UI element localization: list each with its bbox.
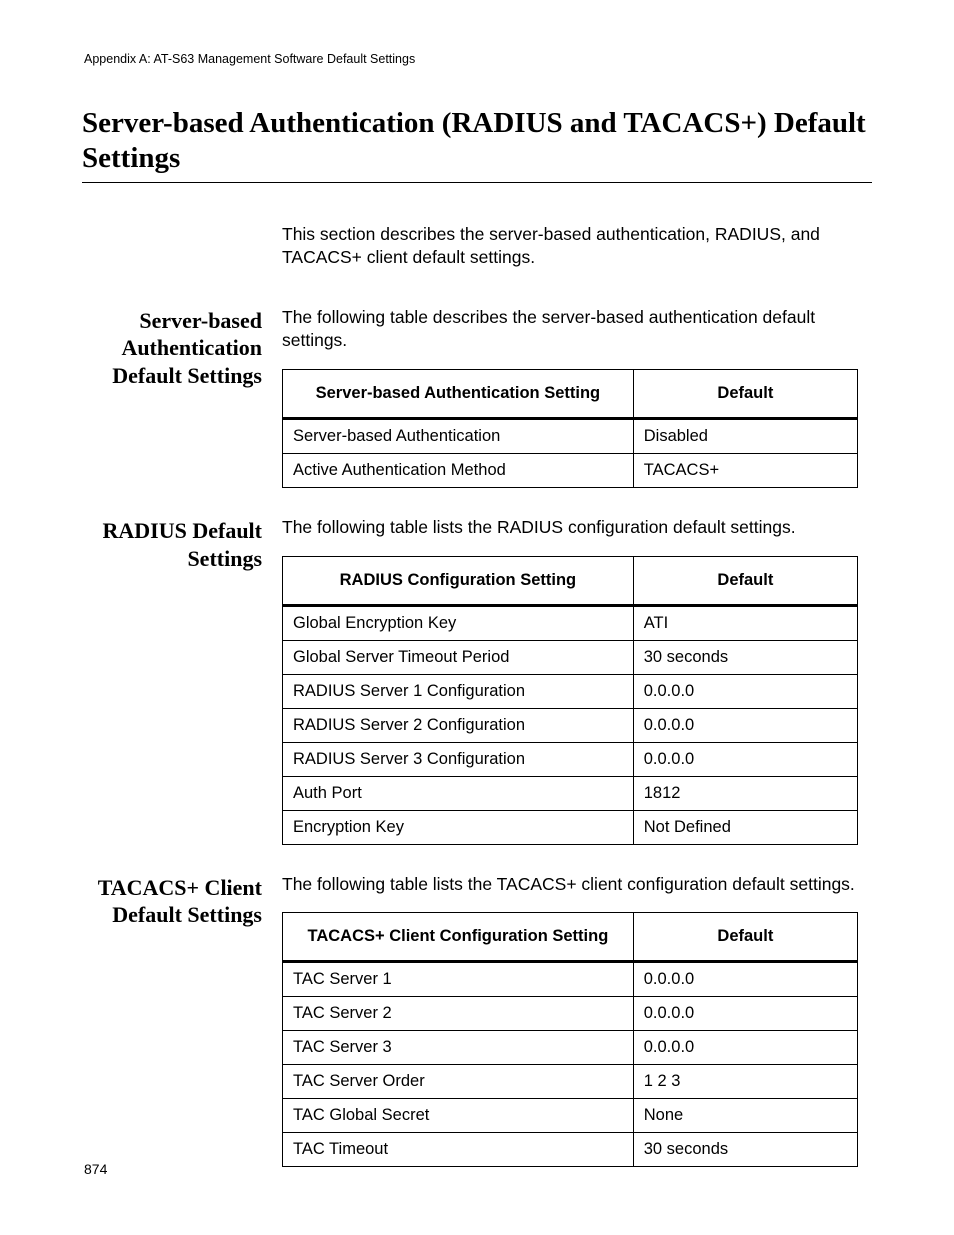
section-auth-defaults: Server-based Authentication Default Sett… xyxy=(82,306,872,488)
section-tacacs-defaults: TACACS+ Client Default Settings The foll… xyxy=(82,873,872,1168)
table-row: Server-based Authentication Disabled xyxy=(283,419,858,454)
table-row: TAC Server Order1 2 3 xyxy=(283,1065,858,1099)
cell-default: Not Defined xyxy=(633,810,857,844)
table-row: RADIUS Server 3 Configuration0.0.0.0 xyxy=(283,742,858,776)
cell-default: None xyxy=(633,1099,857,1133)
cell-setting: TAC Server 1 xyxy=(283,962,634,997)
col-header-setting: RADIUS Configuration Setting xyxy=(283,556,634,605)
col-header-setting: Server-based Authentication Setting xyxy=(283,370,634,419)
intro-paragraph: This section describes the server-based … xyxy=(282,223,858,270)
page-number: 874 xyxy=(84,1161,107,1177)
cell-setting: Global Encryption Key xyxy=(283,605,634,640)
cell-default: 0.0.0.0 xyxy=(633,742,857,776)
cell-setting: TAC Server 2 xyxy=(283,997,634,1031)
section-radius-defaults: RADIUS Default Settings The following ta… xyxy=(82,516,872,845)
col-header-default: Default xyxy=(633,556,857,605)
cell-default: 0.0.0.0 xyxy=(633,674,857,708)
cell-setting: TAC Server 3 xyxy=(283,1031,634,1065)
cell-default: TACACS+ xyxy=(633,454,857,488)
table-tacacs-defaults: TACACS+ Client Configuration Setting Def… xyxy=(282,912,858,1167)
table-row: Auth Port1812 xyxy=(283,776,858,810)
cell-default: 0.0.0.0 xyxy=(633,962,857,997)
table-row: Global Encryption KeyATI xyxy=(283,605,858,640)
cell-default: 0.0.0.0 xyxy=(633,1031,857,1065)
table-row: TAC Server 30.0.0.0 xyxy=(283,1031,858,1065)
side-heading: TACACS+ Client Default Settings xyxy=(82,873,282,929)
table-row: TAC Timeout30 seconds xyxy=(283,1133,858,1167)
col-header-setting: TACACS+ Client Configuration Setting xyxy=(283,913,634,962)
cell-default: 30 seconds xyxy=(633,640,857,674)
page-title: Server-based Authentication (RADIUS and … xyxy=(82,106,872,183)
cell-setting: RADIUS Server 1 Configuration xyxy=(283,674,634,708)
cell-setting: Auth Port xyxy=(283,776,634,810)
table-row: Active Authentication Method TACACS+ xyxy=(283,454,858,488)
table-row: TAC Server 20.0.0.0 xyxy=(283,997,858,1031)
section-intro: The following table lists the TACACS+ cl… xyxy=(282,873,858,897)
cell-default: 0.0.0.0 xyxy=(633,708,857,742)
cell-setting: Active Authentication Method xyxy=(283,454,634,488)
cell-default: 0.0.0.0 xyxy=(633,997,857,1031)
table-row: TAC Server 10.0.0.0 xyxy=(283,962,858,997)
cell-default: 30 seconds xyxy=(633,1133,857,1167)
cell-setting: Server-based Authentication xyxy=(283,419,634,454)
side-heading: Server-based Authentication Default Sett… xyxy=(82,306,282,390)
cell-setting: TAC Server Order xyxy=(283,1065,634,1099)
table-radius-defaults: RADIUS Configuration Setting Default Glo… xyxy=(282,556,858,845)
table-row: RADIUS Server 2 Configuration0.0.0.0 xyxy=(283,708,858,742)
table-row: TAC Global SecretNone xyxy=(283,1099,858,1133)
running-head: Appendix A: AT-S63 Management Software D… xyxy=(82,52,872,66)
table-row: RADIUS Server 1 Configuration0.0.0.0 xyxy=(283,674,858,708)
table-auth-defaults: Server-based Authentication Setting Defa… xyxy=(282,369,858,488)
cell-setting: Encryption Key xyxy=(283,810,634,844)
col-header-default: Default xyxy=(633,913,857,962)
section-intro: The following table describes the server… xyxy=(282,306,858,353)
cell-default: Disabled xyxy=(633,419,857,454)
cell-setting: TAC Global Secret xyxy=(283,1099,634,1133)
table-row: Global Server Timeout Period30 seconds xyxy=(283,640,858,674)
cell-setting: Global Server Timeout Period xyxy=(283,640,634,674)
cell-default: ATI xyxy=(633,605,857,640)
col-header-default: Default xyxy=(633,370,857,419)
cell-setting: RADIUS Server 3 Configuration xyxy=(283,742,634,776)
side-heading: RADIUS Default Settings xyxy=(82,516,282,572)
cell-setting: RADIUS Server 2 Configuration xyxy=(283,708,634,742)
cell-default: 1812 xyxy=(633,776,857,810)
section-intro: The following table lists the RADIUS con… xyxy=(282,516,858,540)
cell-default: 1 2 3 xyxy=(633,1065,857,1099)
table-row: Encryption KeyNot Defined xyxy=(283,810,858,844)
cell-setting: TAC Timeout xyxy=(283,1133,634,1167)
